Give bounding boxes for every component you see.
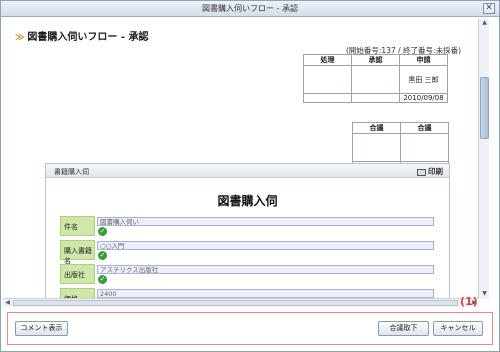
form-row-price: 価格 2400	[60, 288, 435, 298]
form-section-label: 書籍購入伺	[54, 168, 89, 176]
footer-button-bar: コメント表示 合議取下 キャンセル	[7, 312, 493, 345]
form-header: 書籍購入伺 印刷	[46, 164, 449, 178]
apply-date: 2010/09/08	[399, 93, 448, 103]
cell-council-2	[400, 133, 449, 162]
cell-process	[303, 65, 352, 94]
field-label: 件名	[60, 216, 95, 236]
price-field[interactable]: 2400	[97, 289, 434, 298]
form-title: 図書購入伺	[217, 194, 278, 208]
dialog-window: 図書購入伺いフロー - 承認 ✕ ≫ 図書購入伺いフロー - 承認 (開始番号:1…	[0, 0, 500, 352]
print-button[interactable]: 印刷	[417, 166, 443, 177]
scroll-thumb[interactable]	[480, 77, 489, 139]
scroll-up-icon[interactable]: ▲	[480, 19, 489, 28]
subject-field[interactable]: 図書購入伺い	[97, 217, 434, 226]
close-icon[interactable]: ✕	[483, 3, 495, 14]
header-council-2: 合議	[400, 122, 449, 134]
book-title-field[interactable]: ○○入門	[97, 241, 434, 250]
form-row-publisher: 出版社 アステリクス出版社 ✓	[60, 264, 435, 284]
check-icon: ✓	[98, 251, 107, 260]
check-icon: ✓	[98, 275, 107, 284]
withdraw-council-button[interactable]: 合議取下	[378, 321, 429, 336]
vertical-scrollbar[interactable]: ▲ ▼	[478, 19, 489, 299]
check-icon: ✓	[98, 227, 107, 236]
scroll-left-icon[interactable]: ◀	[3, 299, 12, 307]
scroll-down-icon[interactable]: ▼	[480, 290, 489, 299]
scroll-thumb[interactable]	[13, 300, 458, 306]
header-process: 処理	[303, 54, 352, 66]
show-comments-button[interactable]: コメント表示	[15, 321, 68, 336]
header-apply: 申請	[399, 54, 448, 66]
annotation-marker: (1)	[460, 295, 478, 308]
field-label: 購入書籍名	[60, 240, 95, 265]
cancel-button[interactable]: キャンセル	[433, 321, 483, 336]
form-row-subject: 件名 図書購入伺い ✓	[60, 216, 435, 236]
publisher-field[interactable]: アステリクス出版社	[97, 265, 434, 274]
purchase-form-panel: 書籍購入伺 印刷 図書購入伺 件名 図書購入伺い ✓ 購入書籍名 ○○入門 ✓ …	[45, 163, 450, 298]
content-area: ≫ 図書購入伺いフロー - 承認 (開始番号:137 / 終了番号:未採番) 処理…	[3, 18, 489, 298]
horizontal-scrollbar[interactable]: ◀ ▶	[3, 298, 479, 307]
cell-approve	[351, 65, 400, 94]
approval-stamp-table: 処理 承認 申請 黒田 三郎 2010/09/08	[303, 54, 448, 103]
form-row-book-title: 購入書籍名 ○○入門 ✓	[60, 240, 435, 265]
header-approve: 承認	[351, 54, 400, 66]
page-title: ≫ 図書購入伺いフロー - 承認	[15, 32, 149, 43]
arrow-icon: ≫	[15, 33, 25, 43]
header-council-1: 合議	[352, 122, 401, 134]
cell-process-date	[303, 93, 352, 103]
window-title: 図書購入伺いフロー - 承認	[202, 4, 298, 13]
title-bar: 図書購入伺いフロー - 承認 ✕	[1, 1, 499, 17]
cell-council-1	[352, 133, 401, 162]
field-label: 出版社	[60, 264, 95, 284]
field-label: 価格	[60, 288, 95, 298]
applicant-name: 黒田 三郎	[399, 65, 448, 94]
cell-approve-date	[351, 93, 400, 103]
printer-icon	[417, 168, 426, 176]
